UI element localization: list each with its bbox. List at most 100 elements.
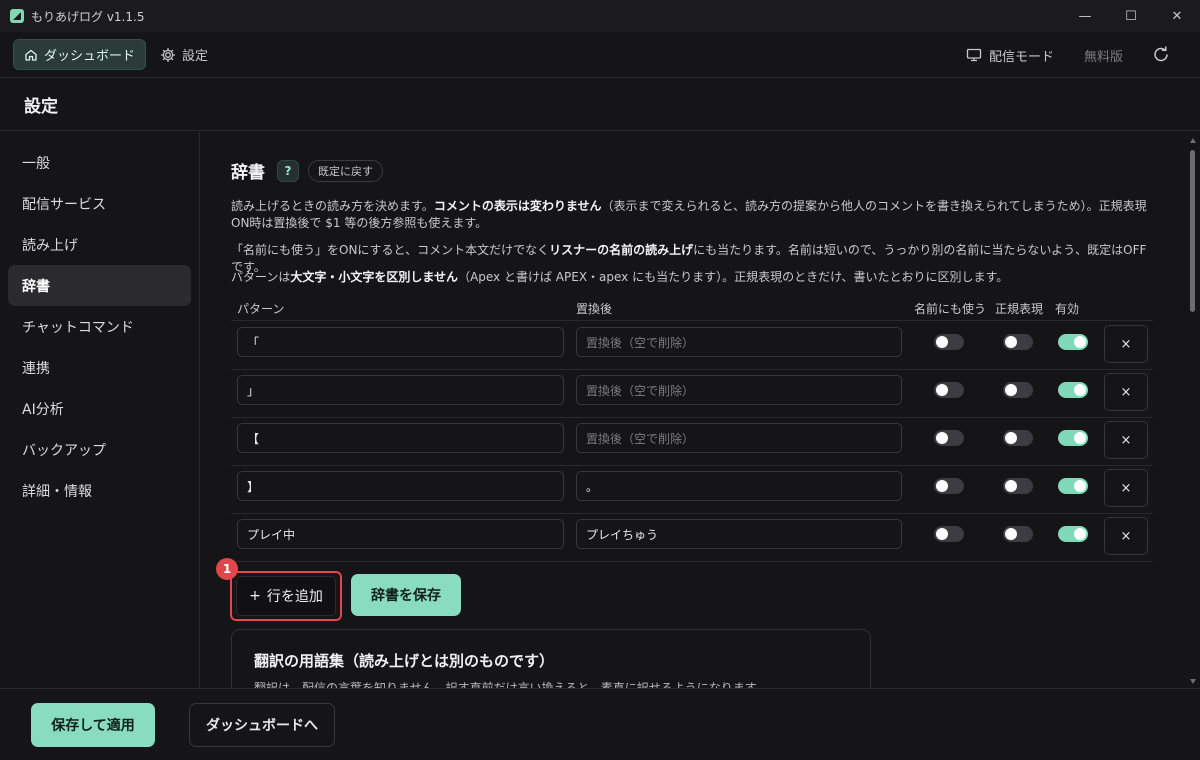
- enabled-toggle[interactable]: [1058, 430, 1088, 446]
- glossary-description: 翻訳は、配信の言葉を知りません。訳す直前だけ言い換えると、素直に訳せるようになり…: [254, 681, 768, 688]
- replacement-input[interactable]: 。: [576, 471, 902, 501]
- dictionary-section-header: 辞書 ? 既定に戻す: [231, 158, 383, 183]
- enabled-toggle[interactable]: [1058, 382, 1088, 398]
- regex-toggle[interactable]: [1003, 430, 1033, 446]
- footer-bar: 保存して適用 ダッシュボードへ: [0, 688, 1200, 760]
- delete-row-button[interactable]: ×: [1104, 325, 1148, 363]
- desc-text: 「名前にも使う」をONにすると、コメント本文だけでなく: [231, 243, 550, 257]
- desc-text: 読み上げるときの読み方を決めます。: [231, 199, 434, 213]
- table-row: 【置換後（空で削除） ×: [231, 417, 1153, 465]
- use-for-names-toggle[interactable]: [934, 382, 964, 398]
- dashboard-nav-button[interactable]: ダッシュボード: [13, 39, 147, 70]
- window-controls: — ☐ ✕: [1062, 0, 1200, 32]
- enabled-toggle[interactable]: [1058, 334, 1088, 350]
- enabled-toggle[interactable]: [1058, 478, 1088, 494]
- use-for-names-toggle[interactable]: [934, 334, 964, 350]
- add-row-highlight: + 行を追加: [230, 571, 342, 621]
- column-header-replacement: 置換後: [576, 302, 613, 316]
- use-for-names-toggle[interactable]: [934, 478, 964, 494]
- column-header-regex: 正規表現: [995, 302, 1044, 316]
- sidebar-item-ai-analysis[interactable]: AI分析: [8, 388, 191, 429]
- settings-nav-button[interactable]: 設定: [160, 45, 208, 64]
- app-title: もりあげログ v1.1.5: [31, 9, 145, 24]
- regex-toggle[interactable]: [1003, 382, 1033, 398]
- scroll-up-icon[interactable]: [1190, 138, 1196, 143]
- sidebar-item-tts[interactable]: 読み上げ: [8, 224, 191, 265]
- delete-row-button[interactable]: ×: [1104, 517, 1148, 555]
- sidebar-item-integrations[interactable]: 連携: [8, 347, 191, 388]
- add-row-button[interactable]: + 行を追加: [236, 576, 336, 616]
- regex-toggle[interactable]: [1003, 478, 1033, 494]
- go-to-dashboard-button[interactable]: ダッシュボードへ: [189, 703, 335, 747]
- scroll-down-icon[interactable]: [1190, 679, 1196, 684]
- sidebar-item-chat-commands[interactable]: チャットコマンド: [8, 306, 191, 347]
- delete-row-button[interactable]: ×: [1104, 421, 1148, 459]
- dictionary-title: 辞書: [231, 163, 265, 183]
- step-badge: 1: [216, 558, 238, 580]
- column-header-use-for-names: 名前にも使う: [914, 302, 987, 316]
- save-dictionary-button[interactable]: 辞書を保存: [351, 574, 461, 616]
- replacement-input[interactable]: 置換後（空で削除）: [576, 423, 902, 453]
- dictionary-panel: 辞書 ? 既定に戻す 読み上げるときの読み方を決めます。コメントの表示は変わりま…: [201, 132, 1186, 688]
- table-row: プレイ中 プレイちゅう ×: [231, 513, 1153, 561]
- close-icon[interactable]: ✕: [1154, 0, 1200, 32]
- sidebar-item-general[interactable]: 一般: [8, 142, 191, 183]
- gear-icon: [160, 47, 176, 62]
- delete-row-button[interactable]: ×: [1104, 373, 1148, 411]
- page-header: 設定: [0, 79, 1200, 131]
- scroll-thumb[interactable]: [1190, 150, 1195, 312]
- desc-emphasis: コメントの表示は変わりません: [433, 199, 602, 213]
- enabled-toggle[interactable]: [1058, 526, 1088, 542]
- replacement-input[interactable]: プレイちゅう: [576, 519, 902, 549]
- table-row: 「置換後（空で削除） ×: [231, 321, 1153, 369]
- minimize-icon[interactable]: —: [1062, 0, 1108, 32]
- maximize-icon[interactable]: ☐: [1108, 0, 1154, 32]
- add-row-label: 行を追加: [266, 589, 323, 605]
- regex-toggle[interactable]: [1003, 526, 1033, 542]
- row-divider: [231, 561, 1153, 562]
- glossary-title: 翻訳の用語集（読み上げとは別のものです）: [254, 652, 555, 670]
- monitor-icon: [966, 48, 982, 62]
- pattern-input[interactable]: プレイ中: [237, 519, 564, 549]
- desc-emphasis: 大文字・小文字を区別しません: [290, 270, 459, 284]
- dashboard-nav-label: ダッシュボード: [44, 49, 136, 64]
- app-logo-icon: [10, 9, 24, 23]
- stream-mode-button[interactable]: 配信モード: [966, 46, 1054, 65]
- pattern-input[interactable]: 【: [237, 423, 564, 453]
- sidebar-item-details-info[interactable]: 詳細・情報: [8, 470, 191, 511]
- column-header-enabled: 有効: [1055, 302, 1080, 316]
- save-and-apply-button[interactable]: 保存して適用: [31, 703, 155, 747]
- sidebar-item-backup[interactable]: バックアップ: [8, 429, 191, 470]
- settings-sidebar: 一般 配信サービス 読み上げ 辞書 チャットコマンド 連携 AI分析 バックアッ…: [0, 132, 200, 688]
- home-icon: [25, 49, 37, 61]
- desc-text: （Apex と書けば APEX・apex にも当たります）。正規表現のときだけ、…: [458, 270, 1009, 284]
- pattern-input[interactable]: 「: [237, 327, 564, 357]
- replacement-input[interactable]: 置換後（空で削除）: [576, 375, 902, 405]
- pattern-input[interactable]: 】: [237, 471, 564, 501]
- help-button[interactable]: ?: [277, 159, 299, 182]
- table-row: 】。 ×: [231, 465, 1153, 513]
- glossary-card: 翻訳の用語集（読み上げとは別のものです） 翻訳は、配信の言葉を知りません。訳す直…: [231, 629, 871, 688]
- sidebar-item-streaming-services[interactable]: 配信サービス: [8, 183, 191, 224]
- edition-label: 無料版: [1083, 49, 1123, 65]
- plus-icon: +: [249, 588, 261, 604]
- pattern-input[interactable]: 」: [237, 375, 564, 405]
- regex-toggle[interactable]: [1003, 334, 1033, 350]
- refresh-icon: [1154, 46, 1168, 62]
- sidebar-item-dictionary[interactable]: 辞書: [8, 265, 191, 306]
- top-nav: ダッシュボード 設定 配信モード 無料版: [0, 32, 1200, 78]
- settings-nav-label: 設定: [182, 49, 209, 64]
- main-scrollbar[interactable]: [1186, 132, 1200, 688]
- reset-defaults-button[interactable]: 既定に戻す: [308, 159, 383, 182]
- refresh-button[interactable]: [1151, 45, 1171, 65]
- desc-text: パターンは: [231, 270, 291, 284]
- column-header-pattern: パターン: [237, 302, 285, 316]
- use-for-names-toggle[interactable]: [934, 526, 964, 542]
- page-title: 設定: [24, 97, 58, 117]
- replacement-input[interactable]: 置換後（空で削除）: [576, 327, 902, 357]
- desc-emphasis: リスナーの名前の読み上げ: [549, 243, 694, 257]
- delete-row-button[interactable]: ×: [1104, 469, 1148, 507]
- top-nav-right: 配信モード 無料版: [966, 32, 1200, 78]
- dictionary-description-3: パターンは大文字・小文字を区別しません（Apex と書けば APEX・apex …: [231, 269, 1156, 286]
- use-for-names-toggle[interactable]: [934, 430, 964, 446]
